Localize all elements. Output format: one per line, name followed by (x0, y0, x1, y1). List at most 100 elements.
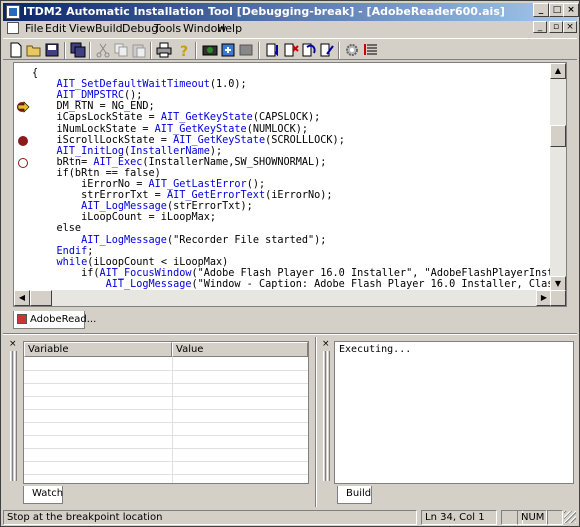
app-window: ITDM2 Automatic Installation Tool [Debug… (0, 0, 580, 527)
mdi-minimize-button[interactable]: _ (533, 21, 547, 33)
tab-build[interactable]: Build (337, 486, 372, 504)
current-line-arrow-icon[interactable] (16, 101, 30, 114)
editor-gutter[interactable] (14, 63, 31, 292)
tab-watch[interactable]: Watch (23, 486, 63, 504)
grid-line (24, 383, 308, 384)
scroll-corner (550, 290, 566, 306)
status-position: Ln 34, Col 1 (421, 510, 497, 525)
code-token: DM_RTN = NG_END; (32, 101, 155, 113)
code-area[interactable]: { AIT_SetDefaultWaitTimeout(1.0); AIT_DM… (32, 63, 552, 292)
pane-splitter[interactable] (3, 333, 577, 335)
code-token: iScrollLockState = (32, 134, 174, 146)
code-function-token: AIT_InitLog (56, 145, 125, 157)
menu-help[interactable]: Help (217, 22, 242, 36)
dock-grip[interactable] (327, 351, 330, 481)
vertical-splitter[interactable] (315, 337, 317, 507)
menu-bar: File Edit View Build Debug Tools Window … (3, 21, 577, 37)
watch-grid[interactable]: Variable Value (23, 341, 309, 484)
compile-icon[interactable] (202, 42, 218, 58)
code-editor[interactable]: { AIT_SetDefaultWaitTimeout(1.0); AIT_DM… (13, 62, 567, 307)
minimize-button[interactable]: _ (533, 3, 549, 17)
code-function-token: AIT_GetLastError (148, 179, 247, 190)
disabled-breakpoint-icon[interactable] (18, 157, 28, 168)
menu-view[interactable]: View (69, 22, 95, 36)
grid-line (24, 370, 308, 371)
paste-icon[interactable] (131, 42, 147, 58)
grid-line (24, 396, 308, 397)
code-token: (NUMLOCK); (246, 123, 309, 135)
code-token: iCapsLockState = (32, 112, 161, 124)
close-icon[interactable]: × (9, 340, 17, 349)
dock-grip[interactable] (323, 351, 326, 481)
build-icon[interactable] (220, 42, 236, 58)
status-pane (547, 510, 563, 525)
menu-tools[interactable]: Tools (154, 22, 181, 36)
grid-line (24, 474, 308, 475)
toolbar-separator (258, 42, 260, 59)
code-token: iNumLockState = (32, 123, 155, 135)
stop-build-icon[interactable] (238, 42, 254, 58)
breakpoint-icon[interactable] (18, 135, 28, 146)
code-token: bRtn= (32, 156, 94, 168)
mdi-restore-button[interactable]: ▫ (549, 21, 563, 33)
open-folder-icon[interactable] (26, 42, 42, 58)
cut-icon[interactable] (95, 42, 111, 58)
step-into-icon[interactable] (265, 42, 281, 58)
code-function-token: AIT_DMPSTRC (56, 90, 125, 102)
title-bar[interactable]: ITDM2 Automatic Installation Tool [Debug… (3, 3, 577, 21)
grid-line (24, 409, 308, 410)
toolbar-separator (89, 42, 91, 59)
print-icon[interactable] (156, 42, 172, 58)
new-file-icon[interactable] (8, 42, 24, 58)
column-header-value[interactable]: Value (172, 342, 308, 357)
window-title: ITDM2 Automatic Installation Tool [Debug… (23, 5, 505, 18)
copy-icon[interactable] (113, 42, 129, 58)
list-view-icon[interactable] (363, 42, 379, 58)
menu-debug[interactable]: Debug (122, 22, 158, 36)
resize-grip[interactable] (564, 511, 576, 523)
help-icon[interactable]: ? (176, 42, 192, 58)
save-icon[interactable] (44, 42, 60, 58)
build-output-text: Executing... (339, 344, 412, 355)
code-function-token: while (56, 256, 88, 268)
build-output[interactable]: Executing... (334, 341, 574, 484)
close-icon[interactable]: × (322, 340, 330, 349)
code-function-token: InstallerName (130, 145, 210, 157)
mdi-close-button[interactable]: × (563, 21, 577, 33)
scroll-thumb[interactable] (550, 125, 566, 147)
status-bar: Stop at the breakpoint location Ln 34, C… (3, 509, 577, 526)
code-function-token: AIT_GetKeyState (154, 123, 247, 135)
dock-grip[interactable] (10, 351, 13, 481)
step-over-icon[interactable] (301, 42, 317, 58)
scroll-up-icon[interactable]: ▲ (550, 63, 566, 79)
menu-build[interactable]: Build (95, 22, 123, 36)
doc-tab-label: AdobeRead... (30, 314, 97, 325)
horizontal-scrollbar[interactable]: ◀ ▶ (14, 290, 552, 306)
save-all-icon[interactable] (70, 42, 86, 58)
code-function-token: AIT_GetKeyState (173, 134, 266, 146)
step-out-icon[interactable] (319, 42, 335, 58)
menu-file[interactable]: File (25, 22, 43, 36)
vertical-scrollbar[interactable]: ▲ ▼ (550, 63, 566, 292)
toggle-breakpoint-icon[interactable] (283, 42, 299, 58)
settings-gear-icon[interactable] (344, 42, 360, 58)
scroll-thumb[interactable] (30, 290, 52, 306)
menu-edit[interactable]: Edit (45, 22, 66, 36)
code-function-token: AIT_LogMessage (81, 234, 167, 246)
dock-grip[interactable] (14, 351, 17, 481)
close-button[interactable]: × (563, 3, 579, 17)
toolbar: ? (3, 38, 577, 60)
code-token: (SCROLLLOCK); (265, 134, 345, 146)
code-function-token: AIT_SetDefaultWaitTimeout (56, 79, 210, 91)
document-icon[interactable] (7, 22, 19, 34)
app-icon (6, 5, 20, 19)
doc-tab-adobereader[interactable]: AdobeRead... (13, 311, 96, 329)
code-token: ("Adobe Flash Player 16.0 Installer", "A… (191, 267, 552, 279)
column-header-variable[interactable]: Variable (24, 342, 172, 357)
scroll-left-icon[interactable]: ◀ (14, 290, 30, 306)
code-token: (strErrorTxt); (166, 201, 253, 213)
